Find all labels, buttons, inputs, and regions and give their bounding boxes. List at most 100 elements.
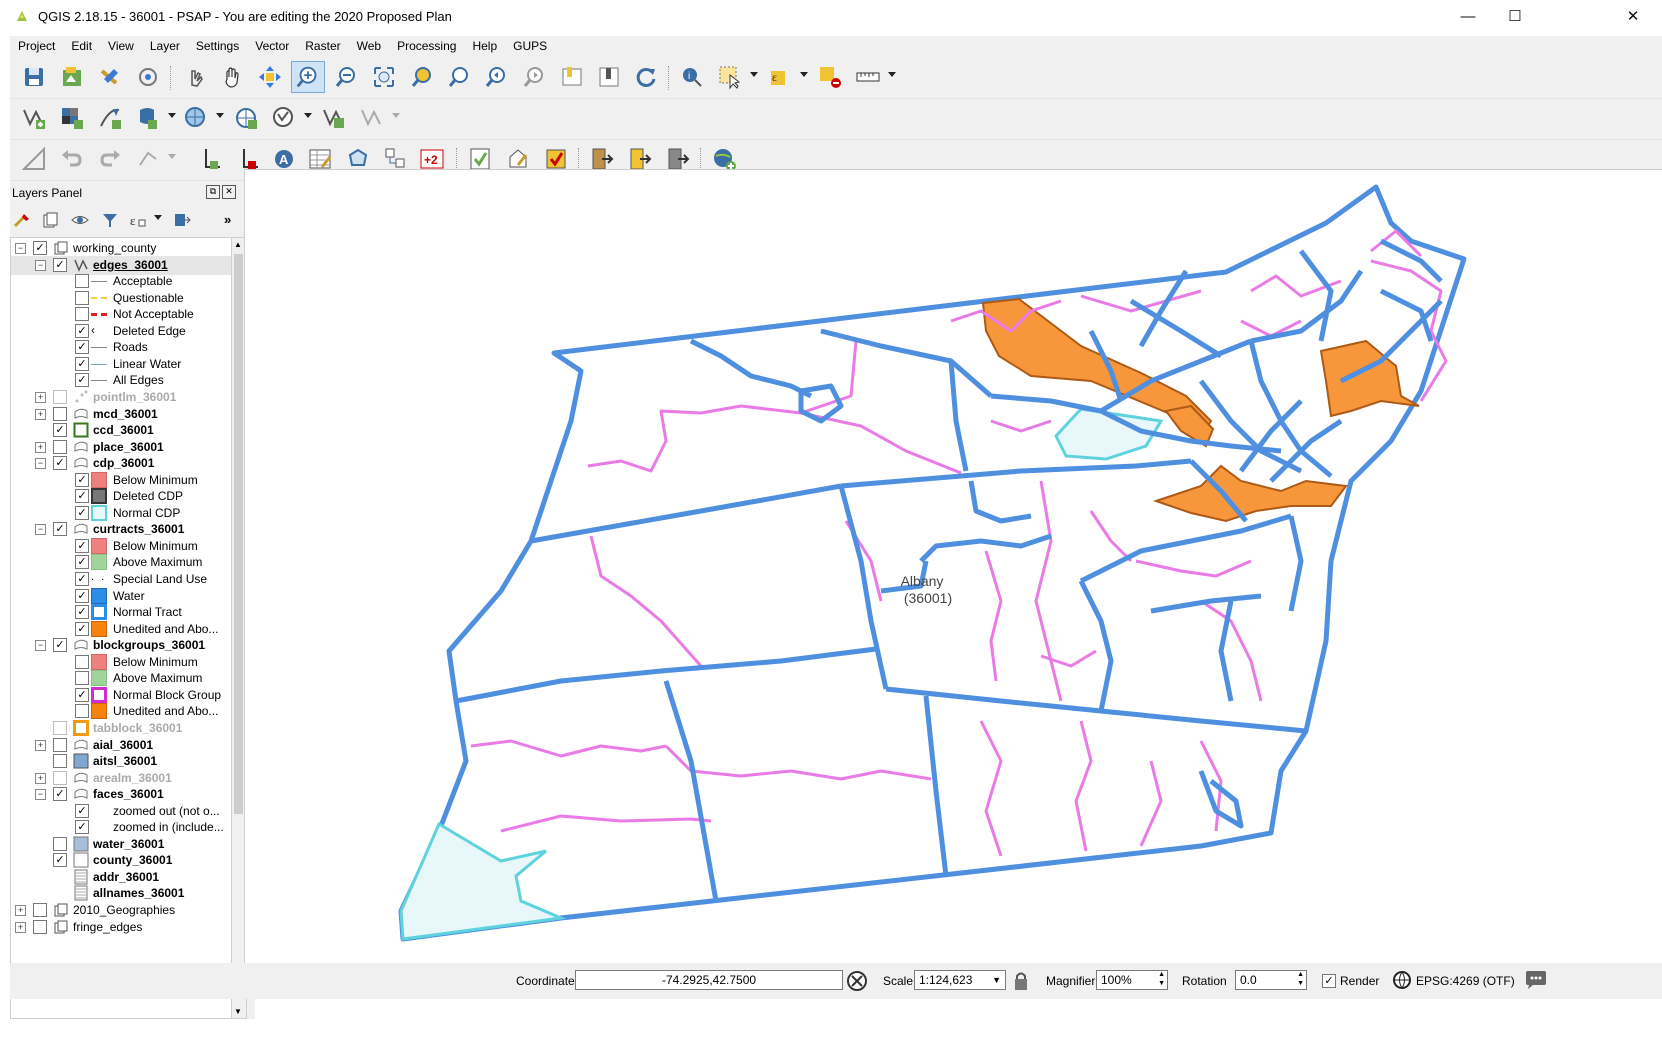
expand-toggle[interactable]: + xyxy=(35,408,46,420)
visibility-checkbox[interactable] xyxy=(75,671,89,686)
select-by-expression-icon[interactable]: ε xyxy=(766,63,794,91)
manage-visibility-icon[interactable] xyxy=(70,211,90,229)
zoom-to-selection-icon[interactable] xyxy=(408,63,436,91)
digitize-dropdown-arrow[interactable] xyxy=(168,154,176,159)
visibility-checkbox[interactable]: ✓ xyxy=(75,621,89,636)
visibility-checkbox[interactable] xyxy=(53,439,67,454)
pan-to-selection-icon[interactable] xyxy=(256,63,284,91)
redo-icon[interactable] xyxy=(96,145,124,173)
visibility-checkbox[interactable]: ✓ xyxy=(75,803,89,818)
add-spatialite-layer-icon[interactable] xyxy=(96,104,124,132)
add-virtual-layer-icon[interactable] xyxy=(358,104,386,132)
style-manager-icon[interactable] xyxy=(96,63,124,91)
filter-dropdown-arrow[interactable] xyxy=(154,215,162,220)
expand-toggle[interactable]: − xyxy=(35,458,46,470)
visibility-checkbox[interactable]: ✓ xyxy=(75,489,89,504)
add-raster-layer-icon[interactable] xyxy=(58,104,86,132)
pan-map-icon[interactable] xyxy=(218,63,246,91)
visibility-checkbox[interactable] xyxy=(53,836,67,851)
menu-processing[interactable]: Processing xyxy=(389,36,464,53)
expression-dropdown-arrow[interactable] xyxy=(800,72,808,77)
zoom-next-icon[interactable] xyxy=(520,63,548,91)
visibility-checkbox[interactable] xyxy=(75,274,89,289)
minimize-button[interactable]: — xyxy=(1445,4,1491,30)
visibility-checkbox[interactable]: ✓ xyxy=(53,257,67,272)
menu-raster[interactable]: Raster xyxy=(297,36,348,53)
zoom-last-icon[interactable] xyxy=(482,63,510,91)
scroll-down-arrow[interactable]: ▼ xyxy=(234,1007,242,1016)
expand-toggle[interactable]: − xyxy=(15,243,26,254)
filter-by-expression-icon[interactable]: ε xyxy=(128,211,148,229)
visibility-checkbox[interactable] xyxy=(53,770,67,785)
save-project-icon[interactable] xyxy=(20,63,48,91)
visibility-checkbox[interactable]: ✓ xyxy=(75,356,89,371)
zoom-in-icon[interactable] xyxy=(291,61,325,93)
visibility-checkbox[interactable]: ✓ xyxy=(53,853,67,868)
close-button[interactable]: ✕ xyxy=(1610,4,1656,30)
chevron-down-icon[interactable]: ▼ xyxy=(992,971,1001,989)
visibility-checkbox[interactable]: ✓ xyxy=(75,555,89,570)
add-delimited-text-layer-icon[interactable] xyxy=(320,104,348,132)
new-map-bookmark-icon[interactable] xyxy=(558,63,586,91)
zoom-to-layer-icon[interactable] xyxy=(445,63,473,91)
menu-vector[interactable]: Vector xyxy=(247,36,297,53)
expand-toggle[interactable]: + xyxy=(35,391,46,403)
visibility-checkbox[interactable] xyxy=(33,903,47,917)
visibility-checkbox[interactable]: ✓ xyxy=(53,638,67,653)
visibility-checkbox[interactable]: ✓ xyxy=(75,687,89,702)
visibility-checkbox[interactable] xyxy=(53,754,67,769)
menu-layer[interactable]: Layer xyxy=(142,36,188,53)
visibility-checkbox[interactable] xyxy=(53,720,67,735)
magnifier-spinbox[interactable]: 100% ▲ ▼ xyxy=(1096,970,1168,990)
visibility-checkbox[interactable]: ✓ xyxy=(75,340,89,355)
select-dropdown-arrow[interactable] xyxy=(750,72,758,77)
map-drawing[interactable]: Albany (36001) xyxy=(245,170,1662,964)
spin-arrows-icon[interactable]: ▲ ▼ xyxy=(1158,970,1165,988)
wms-dropdown-arrow[interactable] xyxy=(216,113,224,118)
layer-item[interactable]: + fringe_edges xyxy=(11,918,243,937)
zoom-out-icon[interactable] xyxy=(332,63,360,91)
expand-toggle[interactable]: + xyxy=(35,772,46,784)
add-postgis-layer-icon[interactable] xyxy=(134,104,162,132)
menu-project[interactable]: Project xyxy=(10,36,63,53)
panel-float-button[interactable]: ⧉ xyxy=(206,185,220,199)
filter-legend-icon[interactable] xyxy=(100,211,120,229)
style-layer-icon[interactable] xyxy=(12,211,32,229)
menu-gups[interactable]: GUPS xyxy=(505,36,555,53)
refresh-icon[interactable] xyxy=(632,63,660,91)
panel-close-button[interactable]: ✕ xyxy=(222,185,236,199)
add-wcs-layer-icon[interactable] xyxy=(232,104,260,132)
lock-scale-icon[interactable] xyxy=(1011,969,1031,993)
zoom-full-icon[interactable] xyxy=(370,63,398,91)
scroll-up-arrow[interactable]: ▲ xyxy=(234,240,242,249)
select-features-icon[interactable] xyxy=(716,63,744,91)
menu-web[interactable]: Web xyxy=(349,36,389,53)
visibility-checkbox[interactable] xyxy=(33,919,47,934)
menu-help[interactable]: Help xyxy=(464,36,505,53)
virtual-layer-dropdown-arrow[interactable] xyxy=(392,113,400,118)
db-layer-dropdown-arrow[interactable] xyxy=(168,113,176,118)
touch-zoom-pan-icon[interactable] xyxy=(182,63,210,91)
visibility-checkbox[interactable]: ✓ xyxy=(53,522,67,537)
expand-toggle[interactable]: + xyxy=(15,921,26,933)
visibility-checkbox[interactable]: ✓ xyxy=(53,423,67,438)
identify-features-icon[interactable]: i xyxy=(678,63,706,91)
visibility-checkbox[interactable]: ✓ xyxy=(53,456,67,471)
coordinate-field[interactable]: -74.2925,42.7500 xyxy=(575,970,843,990)
show-bookmarks-icon[interactable] xyxy=(595,63,623,91)
rotation-spinbox[interactable]: 0.0 ▲ ▼ xyxy=(1235,970,1307,990)
digitize-tool-icon[interactable] xyxy=(134,145,162,173)
add-edge-icon[interactable] xyxy=(198,145,226,173)
maximize-button[interactable]: ☐ xyxy=(1492,4,1538,30)
new-print-composer-icon[interactable] xyxy=(58,63,86,91)
globe-icon[interactable] xyxy=(1392,970,1412,990)
expand-toggle[interactable]: − xyxy=(35,259,46,271)
visibility-checkbox[interactable] xyxy=(53,737,67,752)
messages-icon[interactable] xyxy=(1524,969,1548,991)
menu-settings[interactable]: Settings xyxy=(188,36,247,53)
toggle-extents-icon[interactable] xyxy=(845,969,869,993)
visibility-checkbox[interactable]: ✓ xyxy=(75,323,89,338)
python-console-icon[interactable] xyxy=(134,63,162,91)
deselect-features-icon[interactable] xyxy=(816,63,844,91)
add-vector-layer-icon[interactable] xyxy=(20,104,48,132)
